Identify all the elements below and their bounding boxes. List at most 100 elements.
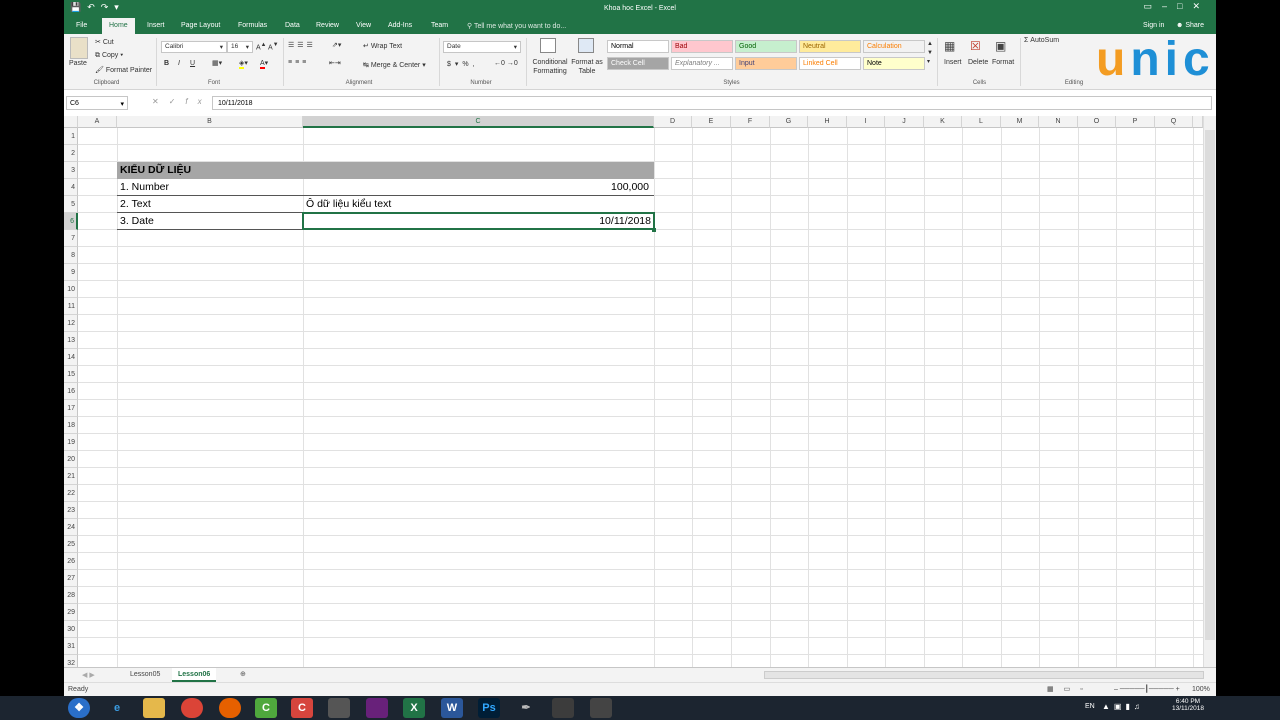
tool-icon[interactable] [552, 698, 574, 718]
number-format-dropdown[interactable]: Date ▾ [443, 41, 521, 53]
tell-me-box[interactable]: ⚲ Tell me what you want to do... [467, 22, 566, 30]
column-header-d[interactable]: D [654, 116, 692, 128]
conditional-formatting-icon[interactable] [540, 38, 556, 53]
horizontal-scrollbar[interactable] [764, 671, 1204, 679]
row-header-2[interactable]: 2 [64, 145, 78, 162]
vertical-align-icons[interactable]: ☰☰☰ [288, 41, 316, 49]
row-header-10[interactable]: 10 [64, 281, 78, 298]
row-header-30[interactable]: 30 [64, 621, 78, 638]
row-header-21[interactable]: 21 [64, 468, 78, 485]
cut-button[interactable]: ✂ Cut [95, 38, 114, 46]
row-header-15[interactable]: 15 [64, 366, 78, 383]
sheet-tab-lesson05[interactable]: Lesson05 [124, 668, 166, 682]
column-header-b[interactable]: B [117, 116, 303, 128]
format-cells-icon[interactable]: ▣ [995, 39, 1006, 53]
horizontal-align-icons[interactable]: ≡≡≡ [288, 59, 309, 66]
font-size-dropdown[interactable]: 16 ▾ [227, 41, 253, 53]
style-neutral[interactable]: Neutral [799, 40, 861, 53]
row-header-7[interactable]: 7 [64, 230, 78, 247]
number-format-icons[interactable]: $▾%, [447, 60, 479, 68]
formula-input[interactable]: 10/11/2018 [212, 96, 1212, 110]
tab-insert[interactable]: Insert [147, 22, 165, 29]
select-all-corner[interactable] [64, 116, 78, 128]
word-icon[interactable]: W [441, 698, 463, 718]
clock[interactable]: 6:40 PM 13/11/2018 [1168, 698, 1208, 712]
chrome-icon[interactable] [181, 698, 203, 718]
row-header-24[interactable]: 24 [64, 519, 78, 536]
fill-handle[interactable] [652, 228, 656, 232]
column-header-h[interactable]: H [808, 116, 847, 128]
row-header-26[interactable]: 26 [64, 553, 78, 570]
excel-taskbar-icon[interactable]: X [403, 698, 425, 718]
column-header-l[interactable]: L [962, 116, 1001, 128]
row-header-5[interactable]: 5 [64, 196, 78, 213]
row-header-32[interactable]: 32 [64, 655, 78, 667]
row-header-11[interactable]: 11 [64, 298, 78, 315]
delete-cells-button[interactable]: Delete [968, 59, 988, 66]
paste-button[interactable]: Paste [69, 60, 87, 67]
delete-cells-icon[interactable]: ☒ [970, 39, 981, 53]
formula-buttons[interactable]: ✕✓fx [152, 97, 212, 106]
column-header-o[interactable]: O [1078, 116, 1116, 128]
photoshop-icon[interactable]: Ps [478, 698, 500, 718]
wrap-text-button[interactable]: ↵ Wrap Text [363, 42, 402, 50]
cell-c5[interactable]: Ô dữ liệu kiểu text [304, 196, 393, 213]
row-header-27[interactable]: 27 [64, 570, 78, 587]
paste-icon[interactable] [70, 37, 88, 59]
row-header-9[interactable]: 9 [64, 264, 78, 281]
row-header-6[interactable]: 6 [64, 213, 78, 230]
indent-icons[interactable]: ⇤⇥ [329, 59, 341, 67]
row-header-25[interactable]: 25 [64, 536, 78, 553]
row-header-17[interactable]: 17 [64, 400, 78, 417]
column-header-a[interactable]: A [78, 116, 117, 128]
tab-file[interactable]: File [76, 22, 87, 29]
column-header-g[interactable]: G [770, 116, 808, 128]
tab-data[interactable]: Data [285, 22, 300, 29]
column-header-r[interactable] [1193, 116, 1203, 128]
cell-b4[interactable]: 1. Number [118, 179, 171, 196]
insert-cells-icon[interactable]: ▦ [944, 39, 955, 53]
column-header-j[interactable]: J [885, 116, 924, 128]
tab-formulas[interactable]: Formulas [238, 22, 267, 29]
style-bad[interactable]: Bad [671, 40, 733, 53]
column-header-f[interactable]: F [731, 116, 770, 128]
row-header-20[interactable]: 20 [64, 451, 78, 468]
column-header-q[interactable]: Q [1155, 116, 1193, 128]
bold-button[interactable]: B [164, 60, 169, 67]
format-cells-button[interactable]: Format [992, 59, 1014, 66]
column-header-c[interactable]: C [303, 116, 654, 128]
column-header-m[interactable]: M [1001, 116, 1039, 128]
cell-b3[interactable]: KIỂU DỮ LIỆU [118, 162, 193, 179]
row-header-14[interactable]: 14 [64, 349, 78, 366]
tab-team[interactable]: Team [431, 22, 448, 29]
format-painter-button[interactable]: 🖌 Format Painter [95, 66, 152, 74]
vertical-scrollbar[interactable] [1203, 116, 1216, 667]
italic-button[interactable]: I [178, 60, 180, 67]
row-header-18[interactable]: 18 [64, 417, 78, 434]
font-name-dropdown[interactable]: Calibri ▾ [161, 41, 227, 53]
row-header-1[interactable]: 1 [64, 128, 78, 145]
language-indicator[interactable]: EN [1085, 703, 1095, 710]
row-header-8[interactable]: 8 [64, 247, 78, 264]
row-header-13[interactable]: 13 [64, 332, 78, 349]
worksheet-grid[interactable]: A B C D E F G H I J K L M N O P Q 1 2 3 … [64, 116, 1203, 667]
row-header-28[interactable]: 28 [64, 587, 78, 604]
ie-icon[interactable]: e [106, 698, 128, 718]
style-check-cell[interactable]: Check Cell [607, 57, 669, 70]
cell-c4[interactable]: 100,000 [304, 179, 654, 196]
format-as-table-button[interactable]: Format as Table [571, 58, 603, 76]
sign-in-link[interactable]: Sign in [1143, 22, 1164, 29]
start-icon[interactable]: ❖ [68, 698, 90, 718]
grid-app-icon[interactable] [590, 698, 612, 718]
add-sheet-icon[interactable]: ⊕ [240, 670, 246, 678]
underline-button[interactable]: U [190, 60, 195, 67]
style-calculation[interactable]: Calculation [863, 40, 925, 53]
cell-b6[interactable]: 3. Date [118, 213, 156, 230]
row-header-12[interactable]: 12 [64, 315, 78, 332]
style-good[interactable]: Good [735, 40, 797, 53]
fill-color-icon[interactable]: ◈▾ [239, 59, 248, 69]
decimal-icons[interactable]: ←0 →0 [494, 60, 518, 67]
column-header-e[interactable]: E [692, 116, 731, 128]
font-size-buttons[interactable]: A▲ A▼ [256, 42, 278, 51]
cell-b5[interactable]: 2. Text [118, 196, 153, 213]
